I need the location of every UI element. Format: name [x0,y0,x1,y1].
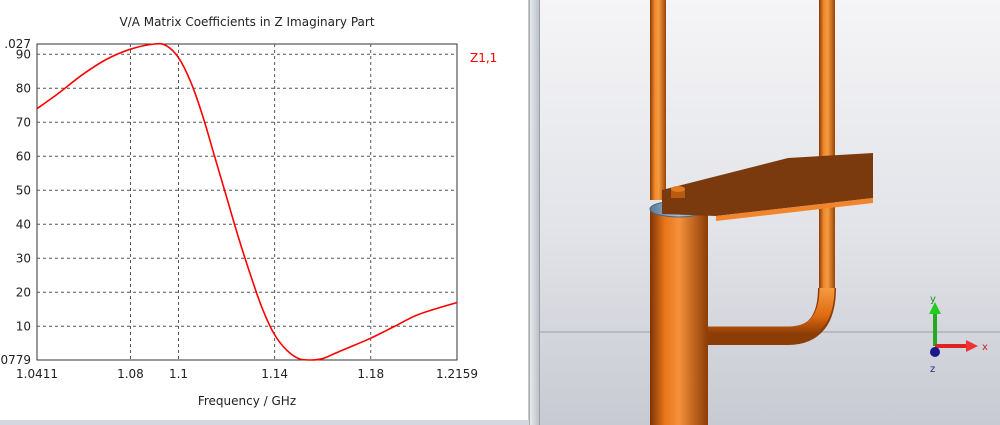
y-tick-label-bottom: 0779 [0,353,31,367]
y-tick-label: 10 [16,319,31,333]
chart-panel[interactable]: V/A Matrix Coefficients in Z Imaginary P… [0,0,529,420]
y-tick-label: 30 [16,251,31,265]
thick-post [650,210,708,425]
series-line-z11 [36,42,458,361]
knob-top [671,186,685,192]
x-tick-label: 1.18 [357,367,384,381]
x-tick-label: 1.2159 [436,367,478,381]
x-tick-label: 1.1 [169,367,188,381]
legend-entry-z11: Z1,1 [470,51,497,65]
thin-rod-right [819,0,835,290]
chart-title: V/A Matrix Coefficients in Z Imaginary P… [119,15,374,29]
x-tick-label: 1.0411 [16,367,58,381]
panel-bottom-border [0,420,530,425]
y-axis-label: y [930,294,936,305]
chart-plot[interactable]: V/A Matrix Coefficients in Z Imaginary P… [0,0,528,420]
thin-rod-left [650,0,666,200]
x-axis-label: Frequency / GHz [198,394,296,408]
tick-labels: 1.0411 1.08 1.1 1.14 1.18 1.2159 10 20 30 40 50 60 7… [0,37,478,381]
x-tick-label: 1.14 [261,367,288,381]
y-tick-label: 70 [16,115,31,129]
y-tick-label: 60 [16,149,31,163]
y-tick-label-top: .027 [4,37,31,51]
3d-viewport[interactable]: y x z [540,0,1000,425]
3d-model-view[interactable]: y x z [540,0,1000,425]
splitter-handle[interactable] [529,0,540,425]
y-tick-label: 50 [16,183,31,197]
x-axis-label: x [982,342,988,353]
z-axis-label: z [930,364,935,375]
x-tick-label: 1.08 [117,367,144,381]
grid [37,44,457,360]
z-axis-point [930,347,940,357]
y-tick-label: 80 [16,81,31,95]
y-tick-label: 20 [16,285,31,299]
plot-frame [36,43,458,361]
app-window: V/A Matrix Coefficients in Z Imaginary P… [0,0,1000,425]
y-tick-label: 40 [16,217,31,231]
